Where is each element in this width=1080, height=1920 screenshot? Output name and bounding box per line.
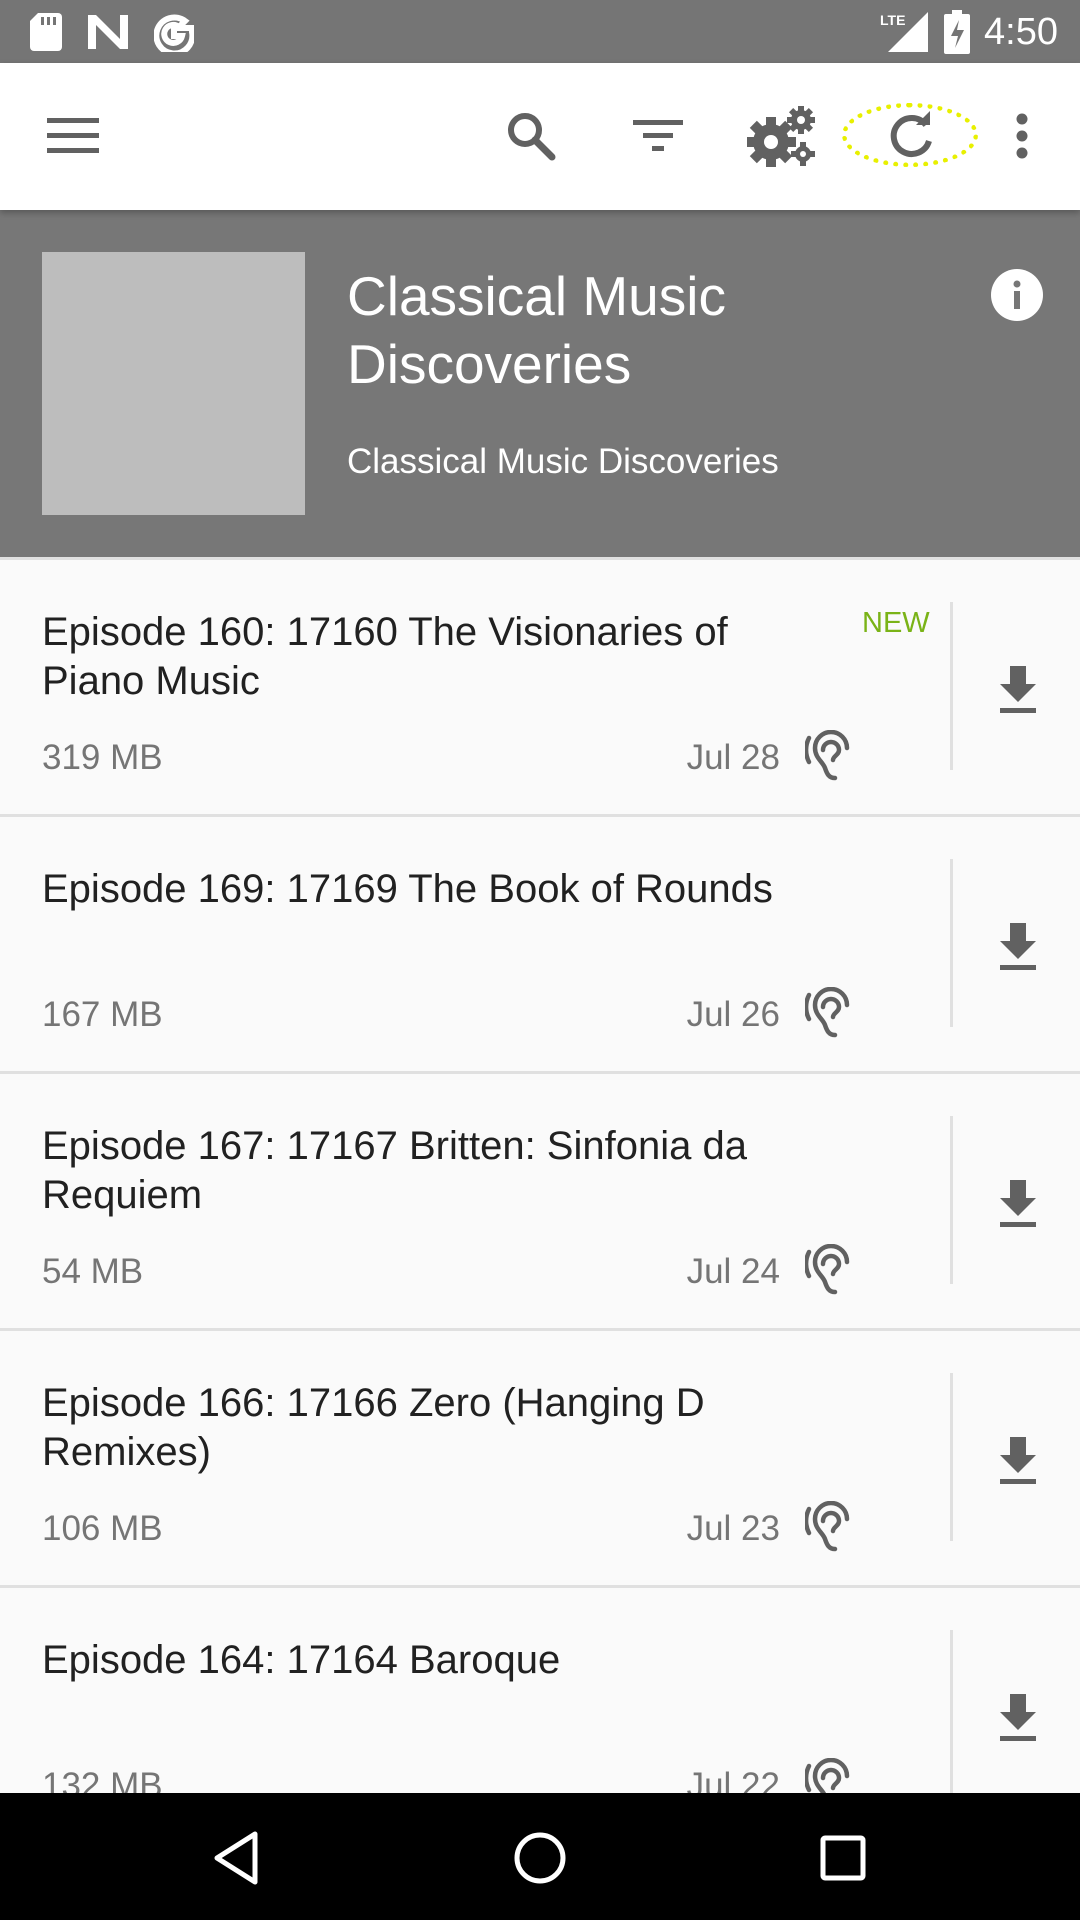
status-bar: LTE 4:50 — [0, 0, 1080, 63]
episode-size: 319 MB — [42, 738, 163, 777]
hearing-icon — [805, 730, 853, 784]
refresh-icon — [886, 111, 936, 161]
download-button[interactable] — [988, 660, 1048, 720]
navigation-bar — [0, 1793, 1080, 1920]
podcast-header: Classical Music Discoveries Classical Mu… — [0, 210, 1080, 557]
list-item[interactable]: Episode 169: 17169 The Book of Rounds 16… — [0, 817, 1080, 1074]
n-notification-icon — [88, 15, 128, 49]
episode-size: 54 MB — [42, 1252, 144, 1291]
divider — [950, 1630, 953, 1796]
episode-date: Jul 24 — [686, 1252, 780, 1291]
episode-title: Episode 169: 17169 The Book of Rounds — [42, 867, 773, 911]
divider — [950, 602, 953, 770]
network-label: LTE — [880, 12, 906, 28]
download-icon — [988, 1431, 1048, 1491]
status-time: 4:50 — [984, 11, 1058, 53]
search-icon — [506, 111, 556, 161]
hearing-icon — [805, 1758, 853, 1796]
download-button[interactable] — [988, 1174, 1048, 1234]
download-button[interactable] — [988, 1431, 1048, 1491]
list-item[interactable]: Episode 160: 17160 The Visionaries of Pi… — [0, 560, 1080, 817]
list-item[interactable]: Episode 167: 17167 Britten: Sinfonia da … — [0, 1074, 1080, 1331]
episode-size: 132 MB — [42, 1766, 163, 1796]
home-icon — [513, 1831, 567, 1885]
battery-charging-icon — [944, 10, 971, 54]
episode-size: 167 MB — [42, 995, 163, 1034]
info-button[interactable] — [990, 268, 1044, 322]
episode-date: Jul 28 — [686, 738, 780, 777]
menu-button[interactable] — [38, 101, 108, 171]
filter-button[interactable] — [623, 101, 693, 171]
filter-icon — [633, 118, 683, 154]
hearing-icon — [805, 987, 853, 1041]
settings-button[interactable] — [747, 101, 819, 171]
hearing-icon — [805, 1244, 853, 1298]
sd-card-icon — [30, 13, 62, 51]
more-options-button[interactable] — [987, 101, 1057, 171]
toolbar — [0, 63, 1080, 210]
google-icon — [154, 12, 194, 52]
episode-date: Jul 22 — [686, 1766, 780, 1796]
hearing-icon — [805, 1501, 853, 1555]
download-icon — [988, 660, 1048, 720]
home-button[interactable] — [505, 1823, 575, 1893]
podcast-title: Classical Music Discoveries — [347, 265, 726, 395]
podcast-author: Classical Music Discoveries — [347, 442, 779, 481]
recents-button[interactable] — [808, 1823, 878, 1893]
download-button[interactable] — [988, 917, 1048, 977]
download-icon — [988, 1688, 1048, 1748]
list-item[interactable]: Episode 164: 17164 Baroque 132 MB Jul 22 — [0, 1588, 1080, 1796]
download-icon — [988, 917, 1048, 977]
list-item[interactable]: Episode 166: 17166 Zero (Hanging D Remix… — [0, 1331, 1080, 1588]
back-icon — [211, 1830, 261, 1886]
refresh-button[interactable] — [876, 101, 946, 171]
new-badge: NEW — [862, 607, 930, 639]
episode-size: 106 MB — [42, 1509, 163, 1548]
divider — [950, 1116, 953, 1284]
search-button[interactable] — [496, 101, 566, 171]
lte-signal-icon: LTE — [880, 10, 930, 54]
menu-icon — [47, 116, 99, 156]
download-button[interactable] — [988, 1688, 1048, 1748]
podcast-cover-image[interactable] — [42, 252, 305, 515]
back-button[interactable] — [201, 1823, 271, 1893]
more-vert-icon — [1016, 113, 1028, 159]
episode-title: Episode 167: 17167 Britten: Sinfonia da … — [42, 1124, 747, 1217]
episode-date: Jul 26 — [686, 995, 780, 1034]
info-icon — [990, 268, 1044, 322]
episode-title: Episode 166: 17166 Zero (Hanging D Remix… — [42, 1381, 705, 1474]
divider — [950, 859, 953, 1027]
episode-title: Episode 164: 17164 Baroque — [42, 1638, 561, 1682]
download-icon — [988, 1174, 1048, 1234]
divider — [950, 1373, 953, 1541]
episode-list[interactable]: Episode 160: 17160 The Visionaries of Pi… — [0, 557, 1080, 1796]
recents-icon — [819, 1834, 867, 1882]
settings-icon — [747, 104, 819, 168]
episode-date: Jul 23 — [686, 1509, 780, 1548]
episode-title: Episode 160: 17160 The Visionaries of Pi… — [42, 610, 728, 703]
